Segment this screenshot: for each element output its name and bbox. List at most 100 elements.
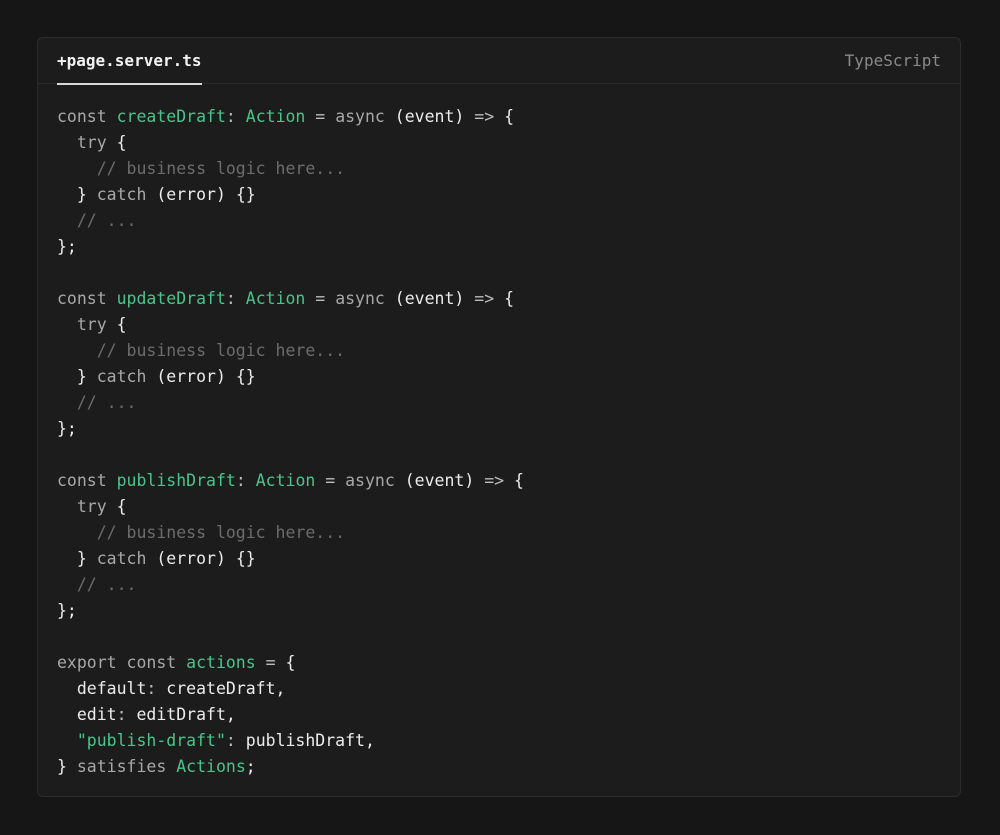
code-line: } catch (error) {} <box>57 546 941 572</box>
code-block-header: +page.server.ts TypeScript <box>38 38 960 85</box>
code-token-plain: { <box>504 107 515 126</box>
code-token-plain: (event) <box>394 107 475 126</box>
code-token-name: publishDraft <box>116 471 236 490</box>
code-content: const createDraft: Action = async (event… <box>57 104 941 786</box>
code-line: edit: editDraft, <box>57 702 941 728</box>
code-line: // business logic here... <box>57 156 941 182</box>
code-token-plain: default <box>57 679 147 698</box>
code-line: }; <box>57 234 941 260</box>
code-token-plain: } <box>57 549 97 568</box>
code-line: try { <box>57 312 941 338</box>
code-token-comment: // ... <box>57 575 137 594</box>
code-token-name: updateDraft <box>116 289 226 308</box>
code-token-plain: (error) {} <box>156 549 256 568</box>
code-line: }; <box>57 598 941 624</box>
code-token-comment: // business logic here... <box>57 341 346 360</box>
code-line: "publish-draft": publishDraft, <box>57 728 941 754</box>
code-token-kw: satisfies <box>76 757 177 776</box>
code-token-comment: // ... <box>57 211 137 230</box>
code-token-plain: (event) <box>394 289 475 308</box>
code-token-type: Action <box>245 289 306 308</box>
code-token-plain: { <box>116 497 127 516</box>
code-token-plain: { <box>285 653 296 672</box>
code-token-punct: => <box>484 471 515 490</box>
code-token-comment: // business logic here... <box>57 523 346 542</box>
code-token-plain: editDraft, <box>136 705 236 724</box>
code-token-punct: : <box>146 679 167 698</box>
code-token-plain: ; <box>245 757 256 776</box>
code-token-kw: const <box>57 107 117 126</box>
code-token-punct: => <box>474 107 505 126</box>
code-token-plain: { <box>504 289 515 308</box>
code-token-kw: const <box>57 289 117 308</box>
code-block: +page.server.ts TypeScript const createD… <box>37 37 961 797</box>
code-line: default: createDraft, <box>57 676 941 702</box>
code-token-kw: catch <box>96 367 157 386</box>
code-token-kw: try <box>57 133 117 152</box>
code-token-kw: try <box>57 315 117 334</box>
code-line: const createDraft: Action = async (event… <box>57 104 941 130</box>
code-token-plain: { <box>116 133 127 152</box>
code-token-plain: createDraft, <box>166 679 286 698</box>
file-tab-label: +page.server.ts <box>57 51 202 70</box>
code-token-plain: { <box>514 471 524 490</box>
code-token-plain: (error) {} <box>156 367 256 386</box>
code-token-kw: export const <box>57 653 187 672</box>
code-token-plain: }; <box>57 419 77 438</box>
code-token-kw: const <box>57 471 117 490</box>
code-token-plain: }; <box>57 237 77 256</box>
code-token-plain: publishDraft, <box>245 731 375 750</box>
code-token-kw: async <box>335 107 395 126</box>
code-line: try { <box>57 494 941 520</box>
code-token-punct: : <box>235 471 256 490</box>
code-token-name: actions <box>186 653 256 672</box>
code-line: } catch (error) {} <box>57 364 941 390</box>
code-token-plain: } <box>57 185 97 204</box>
language-label: TypeScript <box>844 51 941 70</box>
code-token-punct: = <box>305 107 336 126</box>
code-token-punct: : <box>225 107 246 126</box>
code-token-comment: // ... <box>57 393 137 412</box>
code-line: try { <box>57 130 941 156</box>
code-token-type: Actions <box>176 757 246 776</box>
code-line: export const actions = { <box>57 650 941 676</box>
code-token-kw: catch <box>96 185 157 204</box>
code-token-kw: try <box>57 497 117 516</box>
code-token-plain: } <box>57 367 97 386</box>
code-token-kw: async <box>335 289 395 308</box>
code-line: } catch (error) {} <box>57 182 941 208</box>
code-token-punct: = <box>305 289 336 308</box>
code-token-punct: : <box>116 705 137 724</box>
code-token-plain: (error) {} <box>156 185 256 204</box>
code-token-type: Action <box>245 107 306 126</box>
code-line: // ... <box>57 390 941 416</box>
code-token-punct: : <box>225 289 246 308</box>
code-token-punct: => <box>474 289 505 308</box>
code-token-name: createDraft <box>116 107 226 126</box>
code-line: // ... <box>57 572 941 598</box>
code-token-punct: = <box>315 471 346 490</box>
code-token-plain: { <box>116 315 127 334</box>
code-line: }; <box>57 416 941 442</box>
code-line: // ... <box>57 208 941 234</box>
code-token-punct: = <box>255 653 286 672</box>
code-token-type: Action <box>255 471 316 490</box>
code-line: // business logic here... <box>57 338 941 364</box>
code-token-kw: async <box>345 471 405 490</box>
code-token-string: "publish-draft" <box>76 731 226 750</box>
file-tab[interactable]: +page.server.ts <box>57 38 202 85</box>
code-token-plain: }; <box>57 601 77 620</box>
code-token-kw: catch <box>96 549 157 568</box>
code-token-comment: // business logic here... <box>57 159 346 178</box>
code-line: const updateDraft: Action = async (event… <box>57 286 941 312</box>
code-line: const publishDraft: Action = async (even… <box>57 468 941 494</box>
code-token-plain: (event) <box>404 471 485 490</box>
code-token-plain: } <box>57 757 77 776</box>
code-line: // business logic here... <box>57 520 941 546</box>
code-token-punct: : <box>225 731 246 750</box>
code-line: } satisfies Actions; <box>57 754 941 780</box>
active-tab-indicator <box>57 83 202 85</box>
